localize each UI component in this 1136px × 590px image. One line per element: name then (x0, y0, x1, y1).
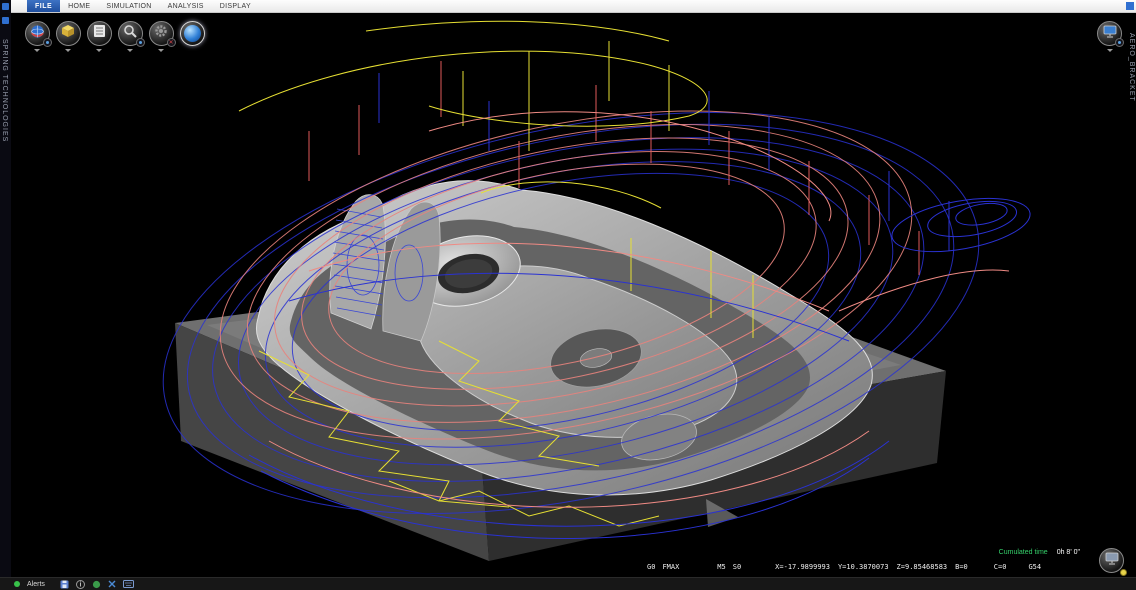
toolbar-button-stock[interactable] (56, 21, 81, 46)
app-corner-icon[interactable] (2, 3, 9, 10)
status-feed: FMAX (662, 563, 679, 571)
status-c: C=0 (994, 563, 1007, 571)
machine-badge-icon (43, 38, 52, 47)
snapshot-wrap (1099, 548, 1124, 573)
titlebar: FILE HOME SIMULATION ANALYSIS DISPLAY (0, 0, 1136, 13)
chevron-down-icon[interactable] (127, 49, 133, 52)
alerts-bar: Alerts (0, 577, 1136, 590)
status-y: Y=10.3870073 (838, 563, 889, 571)
program-list-icon (93, 24, 106, 43)
status-m-code: M5 (717, 563, 725, 571)
app-corner (0, 0, 11, 13)
tab-simulation[interactable]: SIMULATION (98, 0, 159, 12)
rail-folder-icon[interactable] (2, 17, 9, 24)
chevron-down-icon[interactable] (158, 49, 164, 52)
settings-gear-disabled-icon (154, 24, 168, 43)
toolbar-button-search[interactable] (118, 21, 143, 46)
display-badge-icon (1115, 38, 1124, 47)
toolbar-button-settings[interactable]: ✕ (149, 21, 174, 46)
status-work-offset: G54 (1028, 563, 1041, 571)
snapshot-icon (1105, 552, 1119, 570)
search-badge-icon (136, 38, 145, 47)
titlebar-corner-accent (1126, 2, 1134, 10)
tab-display[interactable]: DISPLAY (212, 0, 259, 12)
chevron-down-icon[interactable] (34, 49, 40, 52)
left-rail: SPRING TECHNOLOGIES (0, 13, 11, 577)
info-icon[interactable] (76, 580, 85, 589)
toolbar-button-view-sphere[interactable] (180, 21, 205, 46)
stock-cube-icon (61, 24, 75, 43)
display-options-wrap (1097, 21, 1122, 52)
tab-home[interactable]: HOME (60, 0, 98, 12)
cumulated-time-value: 0h 8' 0" (1057, 549, 1080, 556)
left-rail-title: SPRING TECHNOLOGIES (1, 39, 8, 142)
disabled-cross-icon: ✕ (167, 38, 176, 47)
file-menu-button[interactable]: FILE (27, 0, 60, 12)
toolbar-button-program[interactable] (87, 21, 112, 46)
status-gcode: G0 (647, 563, 655, 571)
status-z: Z=9.85468583 (897, 563, 948, 571)
toolbar-button-machine[interactable] (25, 21, 50, 46)
snapshot-button[interactable] (1099, 548, 1124, 573)
application-window: FILE HOME SIMULATION ANALYSIS DISPLAY SP… (0, 0, 1136, 590)
status-dot-icon[interactable] (92, 580, 101, 589)
cumulated-time: Cumulated time 0h 8' 0" (999, 549, 1080, 556)
bulb-icon[interactable] (1120, 569, 1127, 576)
chevron-down-icon[interactable] (65, 49, 71, 52)
keyboard-icon[interactable] (123, 580, 134, 588)
view-sphere-icon (184, 25, 201, 42)
viewport: ✕ AERO_BRACKET G0 F (11, 13, 1136, 577)
close-icon[interactable] (108, 580, 116, 588)
status-spindle: S0 (733, 563, 741, 571)
chevron-down-icon[interactable] (96, 49, 102, 52)
alerts-label: Alerts (27, 581, 45, 588)
main-toolbar: ✕ (23, 21, 206, 52)
alerts-status-dot (14, 581, 20, 587)
chevron-down-icon[interactable] (1107, 49, 1113, 52)
status-b: B=0 (955, 563, 968, 571)
cumulated-time-label: Cumulated time (999, 549, 1048, 556)
project-name-vertical: AERO_BRACKET (1128, 33, 1135, 102)
display-options-button[interactable] (1097, 21, 1122, 46)
status-x: X=-17.9899993 (775, 563, 830, 571)
nc-status-readout: G0 FMAX M5 S0 X=-17.9899993 Y=10.3870073… (647, 563, 1041, 571)
viewport-3d-scene[interactable] (11, 13, 1136, 577)
tab-analysis[interactable]: ANALYSIS (160, 0, 212, 12)
save-icon[interactable] (60, 580, 69, 589)
magnifier-icon (123, 24, 137, 43)
